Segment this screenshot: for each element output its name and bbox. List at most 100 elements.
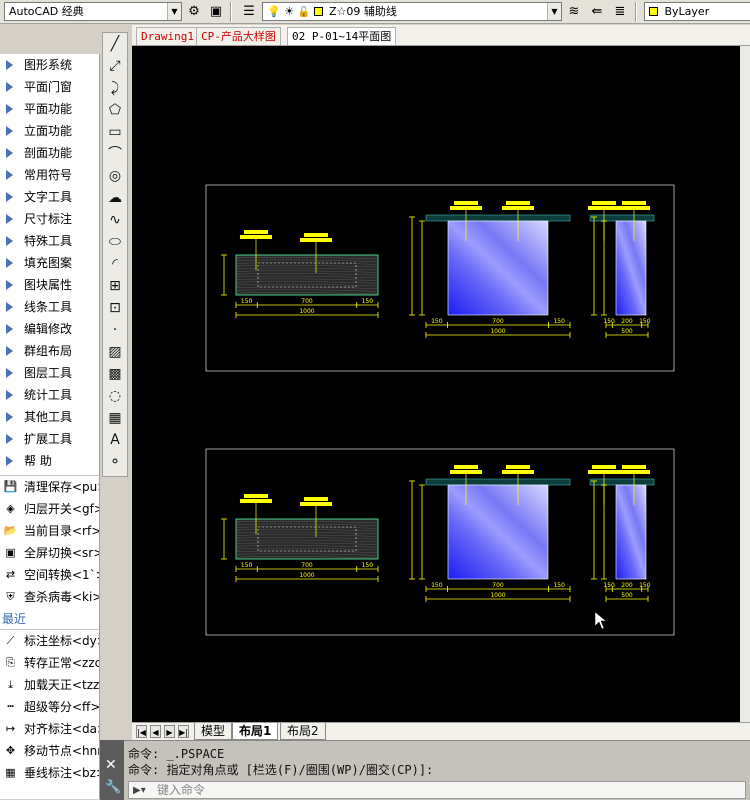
tool-item[interactable]: 📂 当前目录<rf> xyxy=(0,520,99,542)
triangle-right-icon xyxy=(6,324,13,334)
revcloud-tool[interactable]: ☁ xyxy=(103,187,127,209)
prev-tab-icon[interactable]: ◀ xyxy=(150,725,161,738)
menu-category-label: 剖面功能 xyxy=(24,146,73,160)
tool-item[interactable]: ⟋ 标注坐标<dy> xyxy=(0,630,99,652)
gear-icon[interactable]: ⚙ xyxy=(185,3,203,21)
polygon-tool[interactable]: ⬠ xyxy=(103,99,127,121)
region-tool[interactable]: ◌ xyxy=(103,385,127,407)
command-input[interactable]: ▶▾ 键入命令 xyxy=(128,781,746,799)
rectangle-tool[interactable]: ▭ xyxy=(103,121,127,143)
menu-category[interactable]: 统计工具 xyxy=(0,384,99,406)
tool-item[interactable]: ⛨ 查杀病毒<ki> xyxy=(0,586,99,608)
material-tag xyxy=(502,470,534,474)
tool-item[interactable]: ▣ 全屏切换<sr> xyxy=(0,542,99,564)
color-dropdown[interactable]: ByLayer xyxy=(644,2,750,21)
menu-category[interactable]: 文字工具 xyxy=(0,186,99,208)
glass-side-elevation xyxy=(615,220,647,316)
menu-category[interactable]: 剖面功能 xyxy=(0,142,99,164)
tab-model[interactable]: 模型 xyxy=(194,723,233,740)
shield-icon: ⛨ xyxy=(6,590,15,603)
insert-block-tool[interactable]: ⊞ xyxy=(103,275,127,297)
close-icon[interactable]: ✕ xyxy=(105,757,117,773)
menu-category[interactable]: 群组布局 xyxy=(0,340,99,362)
construction-line-tool[interactable]: ⤢ xyxy=(103,55,127,77)
tool-item-label: 归层开关<gf> xyxy=(24,502,99,516)
align-dim-icon: ↦ xyxy=(5,722,16,735)
tool-item-label: 当前目录<rf> xyxy=(24,524,99,538)
triangle-right-icon xyxy=(6,192,13,202)
menu-category[interactable]: 特殊工具 xyxy=(0,230,99,252)
tool-item[interactable]: ⤓ 加载天正<tzz xyxy=(0,674,99,696)
menu-category[interactable]: 其他工具 xyxy=(0,406,99,428)
wrench-icon[interactable]: 🔧 xyxy=(105,780,121,795)
menu-category[interactable]: 填充图案 xyxy=(0,252,99,274)
last-tab-icon[interactable]: ▶| xyxy=(178,725,189,738)
color-swatch xyxy=(649,7,658,16)
layer-dropdown[interactable]: 💡 ☀ 🔓 Z☆09 辅助线 ▼ xyxy=(262,2,562,21)
tool-item-label: 转存正常<zzc xyxy=(24,656,99,670)
tool-item[interactable]: 💾 清理保存<pu> xyxy=(0,476,99,498)
menu-category[interactable]: 平面功能 xyxy=(0,98,99,120)
menu-category[interactable]: 线条工具 xyxy=(0,296,99,318)
spline-tool[interactable]: ∿ xyxy=(103,209,127,231)
menu-category[interactable]: 图块属性 xyxy=(0,274,99,296)
make-current-icon[interactable]: ≋ xyxy=(565,3,583,21)
tab-layout1[interactable]: 布局1 xyxy=(232,723,279,740)
dimension-text: 1000 xyxy=(490,328,505,335)
hatch-tool[interactable]: ▨ xyxy=(103,341,127,363)
menu-category[interactable]: 帮 助 xyxy=(0,450,99,472)
make-block-tool[interactable]: ⊡ xyxy=(103,297,127,319)
tool-item[interactable]: ⇄ 空间转换<1`> xyxy=(0,564,99,586)
menu-category-label: 平面门窗 xyxy=(24,80,73,94)
tool-item[interactable]: ✥ 移动节点<hnn xyxy=(0,740,99,762)
menu-category[interactable]: 编辑修改 xyxy=(0,318,99,340)
circle-tool[interactable]: ◎ xyxy=(103,165,127,187)
menu-category-label: 文字工具 xyxy=(24,190,73,204)
folder-icon: 📂 xyxy=(3,524,18,537)
triangle-right-icon xyxy=(6,126,13,136)
workspace-dropdown[interactable]: AutoCAD 经典 ▼ xyxy=(4,2,182,21)
tool-item-label: 对齐标注<da> xyxy=(24,722,99,736)
add-selected-tool[interactable]: ⚬ xyxy=(103,451,127,473)
tab-p01-plan[interactable]: 02 P-01~14平面图 xyxy=(287,27,397,45)
menu-category[interactable]: 尺寸标注 xyxy=(0,208,99,230)
glass-elevation xyxy=(447,220,549,316)
layer-state-icon[interactable]: ≣ xyxy=(611,3,629,21)
tool-item[interactable]: ⎘ 转存正常<zzc xyxy=(0,652,99,674)
menu-category[interactable]: 常用符号 xyxy=(0,164,99,186)
menu-category[interactable]: 平面门窗 xyxy=(0,76,99,98)
material-tag xyxy=(592,201,616,205)
tool-item[interactable]: ◈ 归层开关<gf> xyxy=(0,498,99,520)
triangle-right-icon xyxy=(6,148,13,158)
menu-category[interactable]: 图形系统 xyxy=(0,54,99,76)
tab-layout2[interactable]: 布局2 xyxy=(280,723,326,740)
arc-tool[interactable]: ⌒ xyxy=(103,143,127,165)
drawing-canvas[interactable]: 150 700 150 1000 150 700 150 1000 150 200 150 500 15… xyxy=(132,46,750,722)
menu-category[interactable]: 图层工具 xyxy=(0,362,99,384)
mtext-tool[interactable]: A xyxy=(103,429,127,451)
line-tool[interactable]: ╱ xyxy=(103,33,127,55)
polyline-tool[interactable]: ⤸ xyxy=(103,77,127,99)
material-tag xyxy=(300,238,332,242)
layer-previous-icon[interactable]: ⇚ xyxy=(588,3,606,21)
ellipse-arc-tool[interactable]: ◜ xyxy=(103,253,127,275)
tool-item[interactable]: ↦ 对齐标注<da> xyxy=(0,718,99,740)
tool-item[interactable]: ┅ 超级等分<ff> xyxy=(0,696,99,718)
tab-drawing1[interactable]: Drawing1 xyxy=(136,27,199,45)
first-tab-icon[interactable]: |◀ xyxy=(136,725,147,738)
layer-manager-icon[interactable]: ☰ xyxy=(240,3,258,21)
tool-item[interactable]: ▦ 垂线标注<bz> xyxy=(0,762,99,784)
next-tab-icon[interactable]: ▶ xyxy=(164,725,175,738)
menu-category[interactable]: 立面功能 xyxy=(0,120,99,142)
workspace-settings-icon[interactable]: ▣ xyxy=(207,3,225,21)
divide-icon: ┅ xyxy=(7,700,14,713)
point-tool[interactable]: · xyxy=(103,319,127,341)
ellipse-tool[interactable]: ⬭ xyxy=(103,231,127,253)
menu-category[interactable]: 扩展工具 xyxy=(0,428,99,450)
vertical-scrollbar[interactable] xyxy=(740,46,750,722)
table-tool[interactable]: ▦ xyxy=(103,407,127,429)
tab-cp-detail[interactable]: CP-产品大样图 xyxy=(196,27,281,45)
material-tag xyxy=(622,465,646,469)
gradient-tool[interactable]: ▩ xyxy=(103,363,127,385)
drawing-tabs: Drawing1 CP-产品大样图 02 P-01~14平面图 xyxy=(132,25,750,46)
